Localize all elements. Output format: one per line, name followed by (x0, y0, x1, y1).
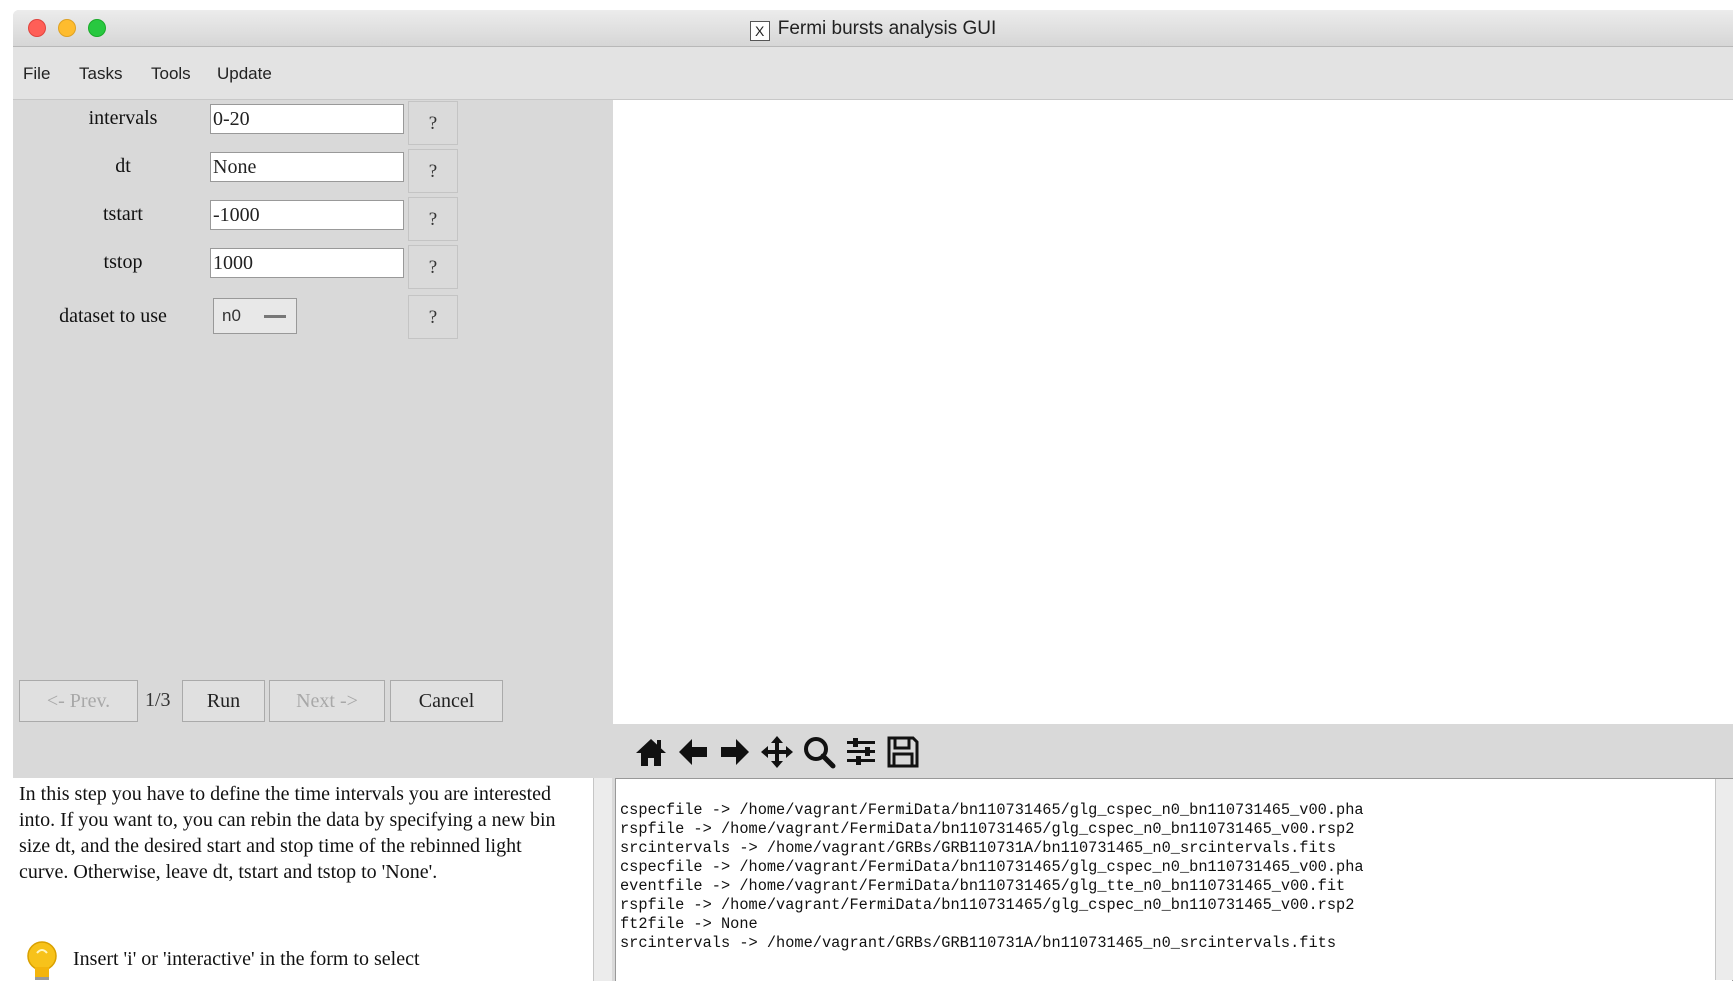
console-line: ft2file -> None (620, 915, 758, 933)
console-output[interactable]: cspecfile -> /home/vagrant/FermiData/bn1… (615, 778, 1733, 981)
dataset-selected-value: n0 (222, 306, 241, 325)
console-line: cspecfile -> /home/vagrant/FermiData/bn1… (620, 801, 1364, 819)
home-icon[interactable] (633, 734, 669, 770)
console-line: cspecfile -> /home/vagrant/FermiData/bn1… (620, 858, 1364, 876)
title-bar: X Fermi bursts analysis GUI (13, 10, 1733, 47)
tstop-help-button[interactable]: ? (408, 245, 458, 289)
x11-app-icon: X (749, 21, 770, 41)
dt-help-button[interactable]: ? (408, 149, 458, 193)
tstop-label: tstop (103, 251, 143, 273)
intervals-help-button[interactable]: ? (408, 101, 458, 145)
tstart-label: tstart (103, 203, 143, 225)
pan-icon[interactable] (759, 734, 795, 770)
help-text-area[interactable]: In this step you have to define the time… (13, 778, 593, 981)
cancel-button[interactable]: Cancel (390, 680, 503, 722)
back-arrow-icon[interactable] (675, 734, 711, 770)
dt-input[interactable]: None (210, 152, 404, 182)
next-button[interactable]: Next -> (269, 680, 385, 722)
lightbulb-icon (27, 941, 57, 980)
help-tip: Insert 'i' or 'interactive' in the form … (73, 948, 420, 970)
console-line: rspfile -> /home/vagrant/FermiData/bn110… (620, 820, 1355, 838)
menu-update[interactable]: Update (217, 64, 272, 84)
menu-bar: File Tasks Tools Update (13, 47, 1733, 100)
dataset-label: dataset to use (59, 305, 167, 327)
plot-canvas[interactable] (613, 100, 1733, 724)
console-line: srcintervals -> /home/vagrant/GRBs/GRB11… (620, 934, 1337, 952)
tstart-help-button[interactable]: ? (408, 197, 458, 241)
intervals-input[interactable]: 0-20 (210, 104, 404, 134)
dataset-help-button[interactable]: ? (408, 295, 458, 339)
menu-tasks[interactable]: Tasks (79, 64, 122, 84)
tstop-input[interactable]: 1000 (210, 248, 404, 278)
console-line: rspfile -> /home/vagrant/FermiData/bn110… (620, 896, 1355, 914)
help-paragraph: In this step you have to define the time… (19, 783, 556, 883)
dropdown-indicator-icon (264, 315, 286, 318)
dt-label: dt (115, 155, 131, 177)
step-indicator: 1/3 (145, 689, 171, 711)
dataset-dropdown[interactable]: n0 (213, 298, 297, 334)
window-title: X Fermi bursts analysis GUI (13, 18, 1733, 41)
menu-file[interactable]: File (23, 64, 50, 84)
console-line: srcintervals -> /home/vagrant/GRBs/GRB11… (620, 839, 1337, 857)
prev-button[interactable]: <- Prev. (19, 680, 138, 722)
console-scrollbar[interactable] (1715, 779, 1733, 980)
plot-toolbar (613, 724, 1733, 778)
console-line: eventfile -> /home/vagrant/FermiData/bn1… (620, 877, 1346, 895)
app-window: X Fermi bursts analysis GUI File Tasks To… (13, 10, 1733, 981)
forward-arrow-icon[interactable] (717, 734, 753, 770)
tstart-input[interactable]: -1000 (210, 200, 404, 230)
menu-tools[interactable]: Tools (151, 64, 191, 84)
help-text-scrollbar[interactable] (593, 778, 612, 981)
save-icon[interactable] (885, 734, 921, 770)
intervals-label: intervals (88, 107, 158, 129)
subplots-config-icon[interactable] (843, 734, 879, 770)
run-button[interactable]: Run (182, 680, 265, 722)
zoom-icon[interactable] (801, 734, 837, 770)
